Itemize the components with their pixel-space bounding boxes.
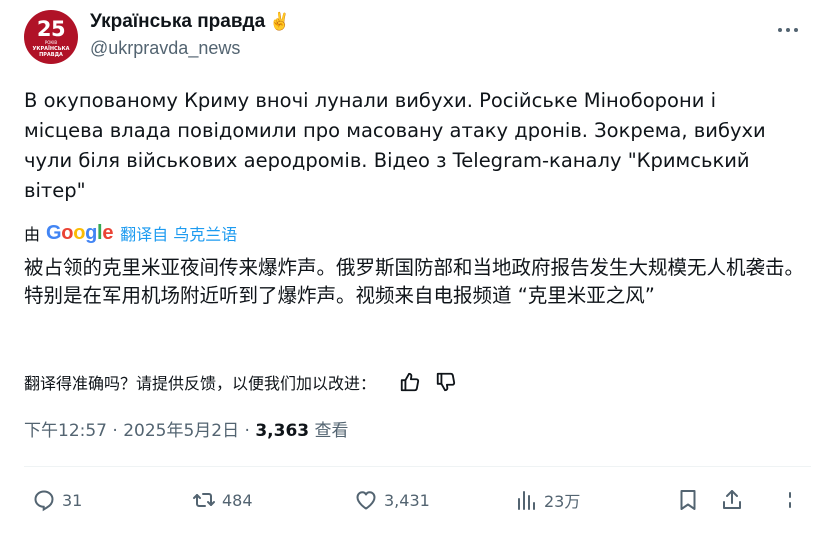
meta-separator: · [112,421,118,441]
repost-count: 484 [222,490,253,510]
thumbs-up-icon[interactable] [396,368,424,396]
reply-count: 31 [62,490,83,510]
repost-button[interactable]: 484 [192,488,253,512]
views-label: 查看 [314,421,349,441]
meta-separator-2: · [244,421,250,441]
like-count: 3,431 [384,490,430,510]
reply-icon [34,490,54,512]
tweet-time[interactable]: 下午12:57 [24,421,107,441]
analytics-icon [518,491,535,510]
action-bar: 31 484 3,431 23万 [24,488,835,520]
translation-attribution: 由 Google 翻译自 乌克兰语 [24,221,237,245]
translated-from-link[interactable]: 翻译自 乌克兰语 [120,221,237,245]
avatar-brand: УКРАЇНСЬКА ПРАВДА [32,46,70,58]
repost-icon [193,493,215,507]
tweet-metadata: 下午12:57 · 2025年5月2日 · 3,363 查看 [24,418,349,444]
google-logo: Google [46,221,114,244]
scroll-indicator-icon [789,492,791,508]
victory-hand-icon: ✌ [269,12,291,31]
more-options-button[interactable] [771,22,805,42]
feedback-prompt: 翻译得准确吗？请提供反馈，以便我们加以改进： [24,374,377,393]
tweet-header: 25 РОКІВ УКРАЇНСЬКА ПРАВДА Українська пр… [24,8,835,64]
more-horizontal-icon [778,28,798,32]
share-icon [723,490,741,509]
scroll-handle[interactable] [780,488,810,512]
avatar-subtitle: РОКІВ [44,40,58,45]
views-count: 3,363 [255,421,310,441]
views-action-count: 23万 [544,492,581,511]
account-names: Українська правда ✌ @ukrpravda_news [90,10,290,60]
tweet-date[interactable]: 2025年5月2日 [123,421,239,441]
tweet-text: В окупованому Криму вночі лунали вибухи.… [24,89,766,202]
translated-by-prefix: 由 [24,225,41,244]
share-button[interactable] [720,488,750,512]
bookmark-button[interactable] [676,488,706,512]
reply-button[interactable]: 31 [32,488,82,512]
avatar-number: 25 [36,17,66,41]
display-name[interactable]: Українська правда ✌ [90,10,290,34]
user-handle[interactable]: @ukrpravda_news [90,36,290,60]
thumbs-down-icon[interactable] [432,368,460,396]
avatar[interactable]: 25 РОКІВ УКРАЇНСЬКА ПРАВДА [24,10,78,64]
translation-feedback: 翻译得准确吗？请提供反馈，以便我们加以改进： [24,368,468,396]
heart-icon [356,491,376,510]
translated-text: 被占领的克里米亚夜间传来爆炸声。俄罗斯国防部和当地政府报告发生大规模无人机袭击。… [24,256,805,307]
views-button[interactable]: 23万 [514,488,580,512]
like-button[interactable]: 3,431 [354,488,430,512]
divider [24,466,811,467]
display-name-text: Українська правда [90,11,266,32]
bookmark-icon [680,490,696,510]
